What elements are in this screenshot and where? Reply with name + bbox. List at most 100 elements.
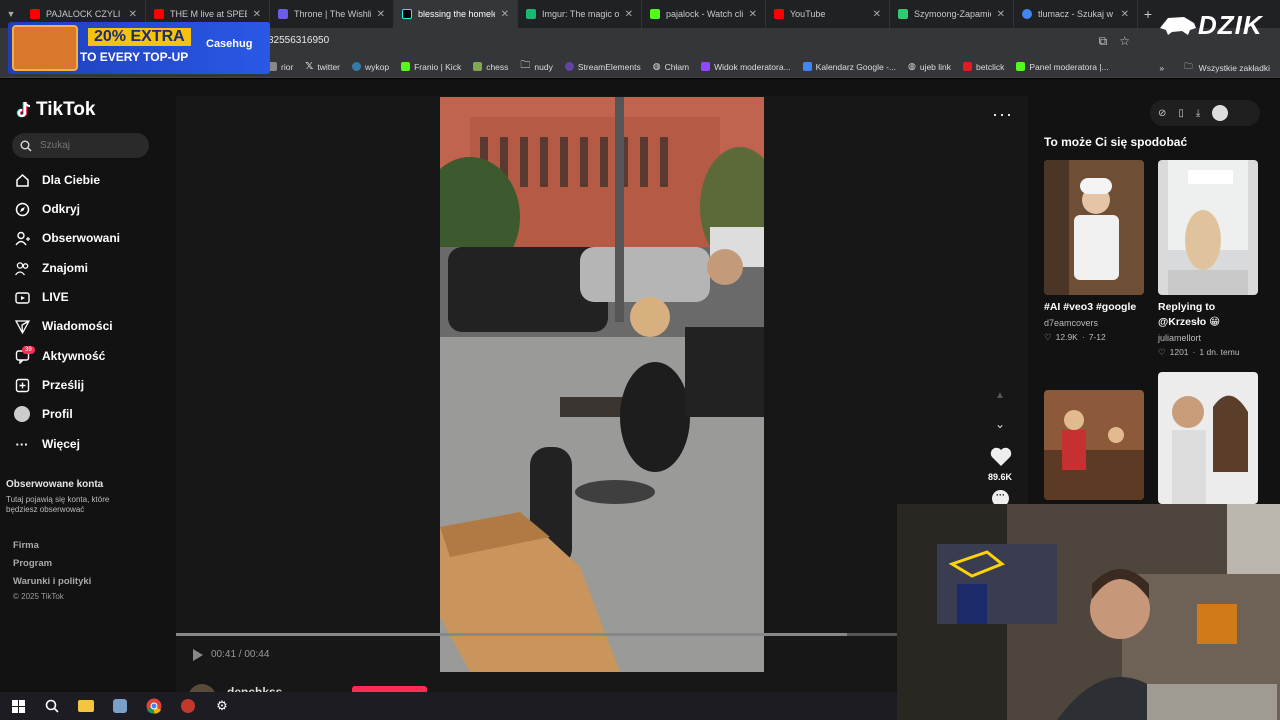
browser-tab[interactable]: pajalock - Watch clip ✕ [642,0,766,28]
coins-icon[interactable]: ⊘ [1158,108,1166,119]
nav-item-messages[interactable]: Wiadomości [14,318,113,334]
bookmark-label: StreamElements [577,61,641,72]
user-avatar[interactable] [1212,105,1229,121]
tab-title: Throne | The Wishlist [294,9,371,19]
like-heart-icon[interactable] [990,447,1012,472]
tab-close-icon[interactable]: ✕ [873,9,881,20]
casehug-ad-banner[interactable]: 20% EXTRA TO EVERY TOP-UP Casehug [8,22,270,74]
tab-title: YouTube [790,9,826,19]
kick-icon [401,62,411,71]
recommended-caption[interactable]: #AI #veo3 #google [1044,300,1156,315]
heart-outline-icon: ♡ [1044,332,1052,342]
recommended-thumbnail[interactable] [1158,160,1258,295]
browser-tab[interactable]: YouTube ✕ [766,0,890,28]
recommended-meta: ♡ 12.9K · 7-12 [1044,332,1106,343]
search-icon[interactable] [42,696,62,716]
video-more-options-icon[interactable]: ··· [992,104,1013,125]
tab-close-icon[interactable]: ✕ [625,9,633,20]
windows-start-icon[interactable] [8,696,28,716]
folder-icon: 🗀 [520,60,531,71]
bookmark-item[interactable]: 🗀 nudy [520,58,552,75]
ad-case-image [12,25,78,71]
tab-close-icon[interactable]: ✕ [749,9,757,20]
bookmark-label: chess [486,61,509,72]
nav-label: Więcej [42,437,80,451]
ad-headline: 20% EXTRA [88,28,191,46]
nav-item-for-you[interactable]: Dla Ciebie [14,172,100,188]
recommended-author[interactable]: juliamellort [1158,333,1201,343]
nav-item-following[interactable]: Obserwowani [14,230,120,246]
tab-favicon-icon [278,9,288,19]
bookmark-item[interactable]: Widok moderatora... [701,62,791,72]
recording-app-icon[interactable] [178,696,198,716]
tab-title: pajalock - Watch clip [666,9,743,19]
previous-video-chevron-icon[interactable]: ▲ [995,390,1005,401]
browser-tab[interactable]: tlumacz - Szukaj w G ✕ [1014,0,1138,28]
bookmark-item[interactable]: ◍ ujeb link [908,61,951,72]
download-icon[interactable]: ⤓ [1196,108,1200,119]
chrome-icon[interactable] [144,696,164,716]
nav-item-explore[interactable]: Odkryj [14,201,80,217]
recommended-author[interactable]: d7eamcovers [1044,318,1098,328]
nav-item-upload[interactable]: Prześlij [14,377,84,393]
play-icon[interactable] [190,648,204,667]
search-box[interactable] [12,133,149,158]
search-input[interactable] [40,140,140,151]
recommended-thumbnail[interactable] [1158,372,1258,504]
nav-item-live[interactable]: LIVE [14,289,69,305]
browser-tab[interactable]: Imgur: The magic of ✕ [518,0,642,28]
nav-item-friends[interactable]: Znajomi [14,260,88,276]
browser-tab[interactable]: Throne | The Wishlist ✕ [270,0,394,28]
bookmark-item[interactable]: wykop [352,62,389,72]
file-explorer-icon[interactable] [76,696,96,716]
bookmark-item[interactable]: chess [473,62,508,72]
friends-icon [14,260,30,276]
bookmark-item[interactable]: Franio | Kick [401,62,461,72]
tiktok-logo[interactable]: TikTok [16,99,95,121]
browser-tab[interactable]: Szymoong-Zapamiet ✕ [890,0,1014,28]
tab-close-icon[interactable]: ✕ [501,9,509,20]
dzik-logo-text: DZIK [1198,10,1263,40]
recommended-caption[interactable]: Replying to @Krzesło 😁 [1158,300,1258,330]
phone-app-icon[interactable]: ▯ [1178,108,1184,119]
next-video-chevron-icon[interactable]: ⌄ [995,417,1005,431]
compass-icon [14,201,30,217]
app-icon[interactable] [110,696,130,716]
tab-favicon-icon [30,9,40,19]
footer-link-company[interactable]: Firma [13,540,39,551]
bookmark-item[interactable]: rior [268,62,293,72]
tab-close-icon[interactable]: ✕ [377,9,385,20]
recommended-thumbnail[interactable] [1044,390,1144,500]
tab-close-icon[interactable]: ✕ [129,9,137,20]
overflow-chevron-icon[interactable]: » [1159,63,1164,73]
video-frame[interactable] [440,97,764,672]
video-progress-fill [176,633,847,636]
bookmark-label: nudy [534,61,553,72]
globe-icon: ◍ [907,61,916,71]
folder-icon: 🗀 [1184,61,1193,71]
tab-close-icon[interactable]: ✕ [997,9,1005,20]
bookmark-item[interactable]: Kalendarz Google -... [802,62,896,72]
all-bookmarks-button[interactable]: » 🗀 Wszystkie zakładki [1159,61,1270,75]
bookmark-item[interactable]: betclick [963,62,1004,72]
install-app-icon[interactable]: ⧉ [1099,34,1108,49]
tab-close-icon[interactable]: ✕ [253,9,261,20]
bookmark-star-icon[interactable]: ☆ [1119,34,1130,49]
bookmark-item[interactable]: 𝕏twitter [305,61,340,72]
bookmark-item[interactable]: StreamElements [564,61,641,72]
nav-item-more[interactable]: ··· Więcej [14,436,80,452]
bookmark-item[interactable]: Panel moderatora |... [1016,62,1109,72]
bookmark-item[interactable]: ◍ Chłam [653,61,689,72]
nav-item-profile[interactable]: Profil [14,406,73,422]
tab-title: PAJALOCK CZYLI PAT [46,9,123,19]
browser-tab-active[interactable]: blessing the homeles ✕ [394,0,518,28]
chess-icon [473,62,483,71]
settings-gear-icon[interactable]: ⚙ [212,696,232,716]
footer-link-program[interactable]: Program [13,558,52,569]
bookmark-label: Chłam [664,61,690,72]
recommended-thumbnail[interactable] [1044,160,1144,295]
bookmark-label: twitter [317,61,341,72]
url-field[interactable]: 82556316950 [268,35,329,46]
footer-link-terms[interactable]: Warunki i polityki [13,576,91,587]
tab-close-icon[interactable]: ✕ [1121,9,1129,20]
